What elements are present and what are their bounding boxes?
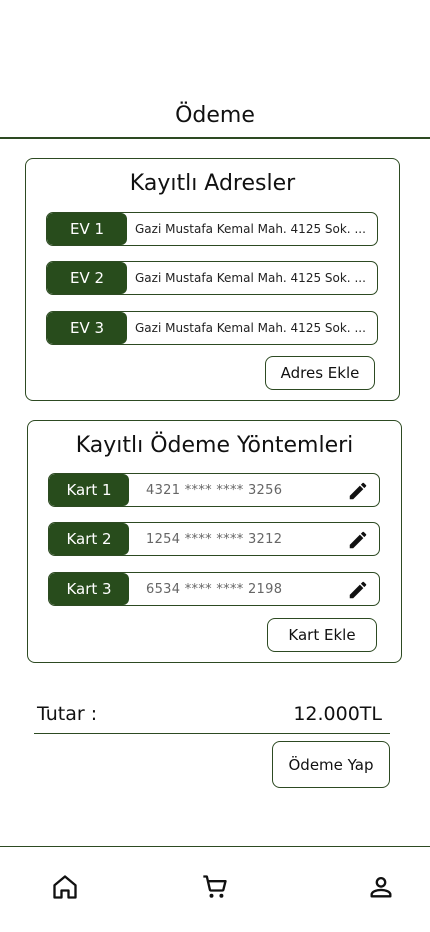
address-text: Gazi Mustafa Kemal Mah. 4125 Sok. ... [135,222,366,236]
profile-icon[interactable] [366,872,396,902]
card-label: Kart 2 [49,523,129,555]
total-divider [34,733,390,734]
address-text: Gazi Mustafa Kemal Mah. 4125 Sok. ... [135,321,366,335]
header-divider [0,137,430,139]
saved-addresses-card: Kayıtlı Adresler EV 1 Gazi Mustafa Kemal… [25,158,400,401]
card-number: 4321 **** **** 3256 [146,482,283,498]
pencil-icon[interactable] [347,579,369,601]
pencil-icon[interactable] [347,480,369,502]
add-card-button[interactable]: Kart Ekle [267,618,377,652]
pay-button[interactable]: Ödeme Yap [272,741,390,788]
pencil-icon[interactable] [347,529,369,551]
card-label: Kart 1 [49,474,129,506]
address-row-ev1[interactable]: EV 1 Gazi Mustafa Kemal Mah. 4125 Sok. .… [46,212,378,246]
address-row-ev3[interactable]: EV 3 Gazi Mustafa Kemal Mah. 4125 Sok. .… [46,311,378,345]
address-row-ev2[interactable]: EV 2 Gazi Mustafa Kemal Mah. 4125 Sok. .… [46,261,378,295]
saved-addresses-title: Kayıtlı Adresler [129,171,296,196]
card-row-3[interactable]: Kart 3 6534 **** **** 2198 [48,572,380,606]
card-label: Kart 3 [49,573,129,605]
address-label: EV 3 [47,312,127,344]
card-number: 6534 **** **** 2198 [146,581,283,597]
card-row-1[interactable]: Kart 1 4321 **** **** 3256 [48,473,380,507]
address-label: EV 2 [47,262,127,294]
saved-payments-title: Kayıtlı Ödeme Yöntemleri [75,433,354,458]
card-row-2[interactable]: Kart 2 1254 **** **** 3212 [48,522,380,556]
address-text: Gazi Mustafa Kemal Mah. 4125 Sok. ... [135,271,366,285]
page-title: Ödeme [175,103,255,128]
home-icon[interactable] [50,872,80,902]
bottom-nav-divider [0,846,430,847]
total-value: 12.000TL [293,703,382,725]
address-label: EV 1 [47,213,127,245]
saved-payments-card: Kayıtlı Ödeme Yöntemleri Kart 1 4321 ***… [27,420,402,663]
cart-icon[interactable] [200,872,230,902]
total-label: Tutar : [37,703,98,725]
card-number: 1254 **** **** 3212 [146,531,283,547]
add-address-button[interactable]: Adres Ekle [265,356,375,390]
